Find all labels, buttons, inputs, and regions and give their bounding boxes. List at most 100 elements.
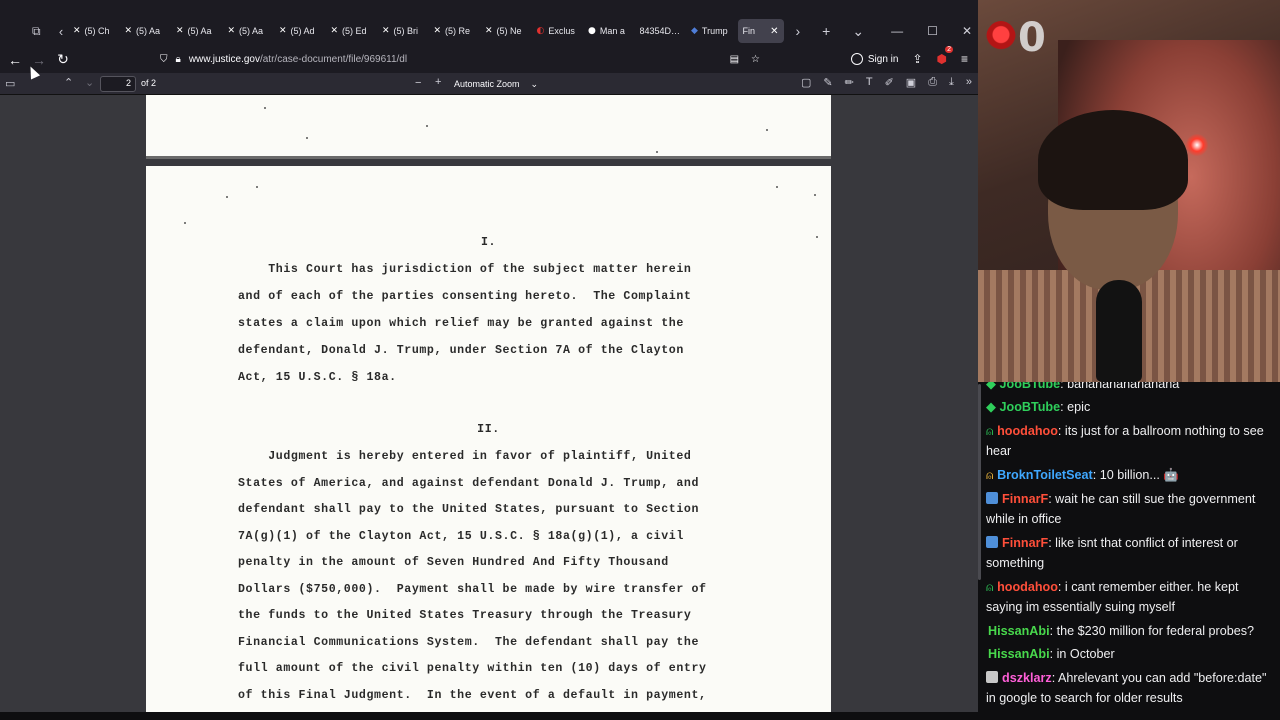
chat-username[interactable]: hoodahoo xyxy=(997,580,1058,594)
tab-0[interactable]: ✕ (5) Ch xyxy=(68,19,120,43)
screen: ⧉ ‹ ✕ (5) Ch ✕ (5) Aa ✕ (5) Aa ✕ (5) Aa ✕ (5)… xyxy=(0,0,1280,720)
pdf-viewport[interactable]: I. This Court has jurisdiction of the su… xyxy=(0,95,978,712)
image-icon[interactable]: ▣ xyxy=(906,76,916,89)
tab-5[interactable]: ✕ (5) Ed xyxy=(326,19,378,43)
gem-badge-icon: ◆ xyxy=(986,382,996,391)
extension-icon[interactable]: ⬢ 2 xyxy=(937,46,953,66)
chat-username[interactable]: HissanAbi xyxy=(988,647,1050,661)
tab-7[interactable]: ✕ (5) Re xyxy=(429,19,481,43)
pdf-page-2: I. This Court has jurisdiction of the su… xyxy=(146,166,831,712)
highlight-icon[interactable]: ✎ xyxy=(823,76,832,89)
print-icon[interactable]: ⎙ xyxy=(928,76,937,89)
next-page-icon[interactable]: ⌄ xyxy=(85,76,94,89)
streamer-hair xyxy=(1038,110,1188,210)
chat-message: ⍝ hoodahoo: i cant remember either. he k… xyxy=(986,577,1278,617)
chat-message: dszklarz: Ahrelevant you can add "before… xyxy=(986,668,1278,708)
more-tools-icon[interactable]: » xyxy=(966,76,972,89)
tab-12[interactable]: ◆ Trump xyxy=(686,19,738,43)
section-2-line: full amount of the civil penalty within … xyxy=(238,662,707,675)
minimize-icon[interactable]: — xyxy=(891,24,903,38)
close-tab-icon[interactable]: ✕ xyxy=(770,26,778,37)
tab-strip: ⧉ ‹ ✕ (5) Ch ✕ (5) Aa ✕ (5) Aa ✕ (5) Aa ✕ (5)… xyxy=(0,18,978,44)
sign-in-button[interactable]: Sign in xyxy=(850,53,898,65)
tab-groups-icon[interactable]: ⧉ xyxy=(0,24,54,39)
close-window-icon[interactable]: ✕ xyxy=(962,24,972,38)
text-icon[interactable]: T xyxy=(866,76,873,89)
chat-message: HissanAbi: in October xyxy=(986,644,1278,664)
maximize-icon[interactable]: ☐ xyxy=(927,24,938,38)
chat-username[interactable]: hoodahoo xyxy=(997,424,1058,438)
chat-username[interactable]: JooBTube xyxy=(1000,400,1061,414)
person-badge-icon: ⍝ xyxy=(986,468,994,482)
reader-view-icon[interactable]: ▤ xyxy=(730,54,739,65)
chat-text: : 10 billion... 🤖 xyxy=(1092,468,1180,482)
overlay-counter: 0 xyxy=(1018,15,1046,61)
comment-icon[interactable]: ▢ xyxy=(801,76,811,89)
page-number-input[interactable]: 2 xyxy=(100,76,136,92)
section-2-line: States of America, and against defendant… xyxy=(238,477,699,490)
chat-username[interactable]: BroknToiletSeat xyxy=(997,468,1093,482)
tab-2[interactable]: ✕ (5) Aa xyxy=(171,19,223,43)
tabbar-tail: › + ⌄ xyxy=(796,23,865,40)
tab-8[interactable]: ✕ (5) Ne xyxy=(480,19,532,43)
x-icon: ✕ xyxy=(73,26,81,36)
tabs-scroll-right-icon[interactable]: › xyxy=(796,23,801,39)
x-icon: ✕ xyxy=(433,26,442,36)
reload-icon[interactable]: ↻ xyxy=(51,48,75,72)
x-icon: ✕ xyxy=(279,26,287,36)
chat-username[interactable]: FinnarF xyxy=(1002,492,1048,506)
chat-text: : epic xyxy=(1060,400,1091,414)
tab-active[interactable]: Fin ✕ xyxy=(737,19,784,43)
box-badge-icon xyxy=(986,492,998,504)
chat-panel: ◆ JooBTube: bananananananana ◆ JooBTube:… xyxy=(978,382,1280,720)
previous-page-icon[interactable]: ⌃ xyxy=(64,76,73,89)
tab-1[interactable]: ✕ (5) Aa xyxy=(120,19,172,43)
save-icon[interactable]: ⤓ xyxy=(949,76,954,89)
lock-icon[interactable]: 🔒︎ xyxy=(176,54,181,65)
tab-10[interactable]: ● Man a xyxy=(583,19,635,43)
tab-11[interactable]: 84354DA2 xyxy=(635,19,687,43)
back-icon[interactable]: ← xyxy=(3,48,27,72)
chat-message: FinnarF: like isnt that conflict of inte… xyxy=(986,533,1278,573)
chat-username[interactable]: FinnarF xyxy=(1002,536,1048,550)
chat-text: : bananananananana xyxy=(1060,382,1180,391)
zoom-select[interactable]: Automatic Zoom ⌄ xyxy=(448,76,544,92)
tab-6[interactable]: ✕ (5) Bri xyxy=(377,19,429,43)
browser-window: ⧉ ‹ ✕ (5) Ch ✕ (5) Aa ✕ (5) Aa ✕ (5) Aa ✕ (5)… xyxy=(0,0,978,712)
zoom-out-icon[interactable]: − xyxy=(415,77,421,89)
tab-9[interactable]: ◐ Exclus xyxy=(532,19,584,43)
zoom-in-icon[interactable]: + xyxy=(435,76,441,88)
toolbar-right: Sign in ⇪ ⬢ 2 ≡ xyxy=(850,46,968,70)
section-2-line: Financial Communications System. The def… xyxy=(238,636,699,649)
gray-badge-icon xyxy=(986,671,998,683)
section-1-line: This Court has jurisdiction of the subje… xyxy=(238,263,692,276)
section-1-line: and of each of the parties consenting he… xyxy=(238,290,692,303)
chat-username[interactable]: JooBTube xyxy=(1000,382,1061,391)
chat-message: ⍝ BroknToiletSeat: 10 billion... 🤖 xyxy=(986,465,1278,485)
x-icon: ✕ xyxy=(227,26,236,36)
ink-icon[interactable]: ✐ xyxy=(885,76,894,89)
tabs-scroll-left-icon[interactable]: ‹ xyxy=(54,24,68,39)
bookmark-star-icon[interactable]: ☆ xyxy=(751,54,760,65)
url-path: /atr/case-document/file/969611/dl xyxy=(259,53,408,65)
section-2-line: the funds to the United States Treasury … xyxy=(238,609,692,622)
menu-icon[interactable]: ≡ xyxy=(961,52,968,66)
x-icon: ✕ xyxy=(176,26,184,36)
chat-username[interactable]: dszklarz xyxy=(1002,671,1052,685)
new-tab-icon[interactable]: + xyxy=(822,23,830,39)
sidebar-toggle-icon[interactable]: ▭ xyxy=(5,77,15,90)
tab-3[interactable]: ✕ (5) Aa xyxy=(223,19,275,43)
tracking-shield-icon[interactable]: ⛉ xyxy=(160,54,168,65)
section-2-heading: II. xyxy=(477,423,500,436)
url-bar[interactable]: ⛉ 🔒︎ www.justice.gov/atr/case-document/f… xyxy=(152,48,772,70)
tab-4[interactable]: ✕ (5) Ad xyxy=(274,19,326,43)
pdf-toolbar: ▭ ⌃ ⌄ 2 of 2 − + Automatic Zoom ⌄ ▢ ✎ ✏ T… xyxy=(0,73,978,95)
chat-scrollbar[interactable] xyxy=(978,384,981,580)
list-tabs-icon[interactable]: ⌄ xyxy=(852,23,864,40)
share-icon[interactable]: ⇪ xyxy=(912,52,922,66)
draw-icon[interactable]: ✏ xyxy=(845,76,854,89)
section-2-line: penalty in the amount of Seven Hundred A… xyxy=(238,556,669,569)
chat-message: ⍝ hoodahoo: its just for a ballroom noth… xyxy=(986,421,1278,461)
chat-username[interactable]: HissanAbi xyxy=(988,624,1050,638)
person-badge-icon: ⍝ xyxy=(986,580,994,594)
